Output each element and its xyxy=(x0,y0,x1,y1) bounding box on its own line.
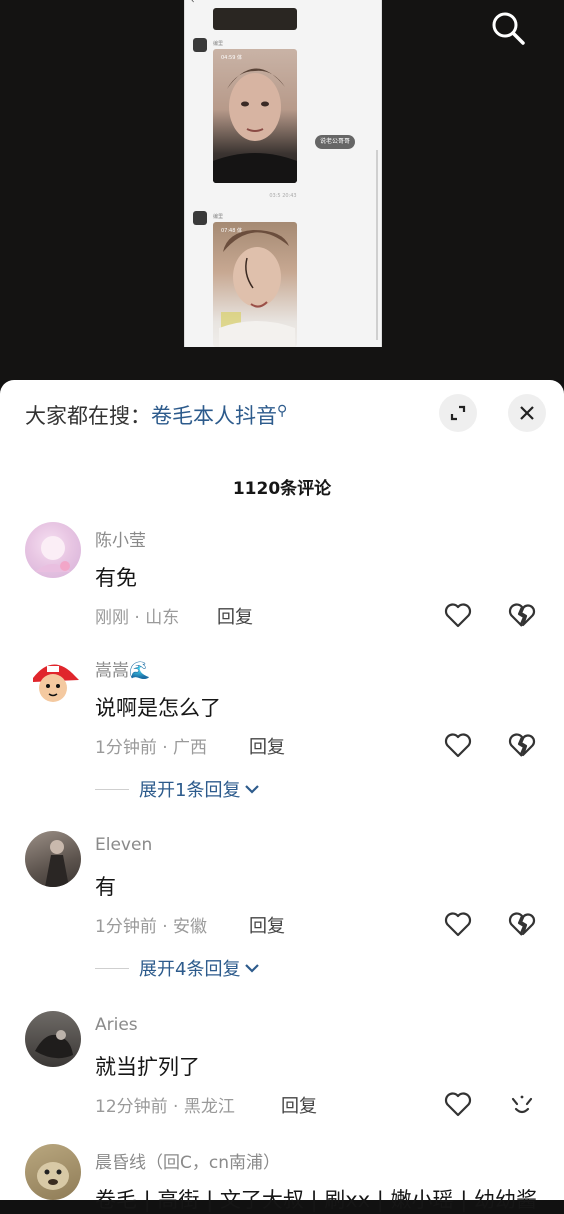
comment-author[interactable]: 陈小莹 xyxy=(95,526,146,551)
chat-quote-chip: 说老公哥哥 xyxy=(315,135,356,149)
chat-avatar xyxy=(193,38,207,52)
comment-text: 有免 xyxy=(95,566,137,590)
chat-photo-top xyxy=(213,8,297,30)
expand-divider xyxy=(95,788,129,790)
avatar[interactable] xyxy=(25,831,81,887)
reply-button[interactable]: 回复 xyxy=(217,603,253,629)
comment-author[interactable]: Eleven xyxy=(95,835,152,855)
like-heart-icon[interactable] xyxy=(444,1091,472,1117)
comment-text: 就当扩列了 xyxy=(95,1055,200,1079)
comment-meta: 12分钟前 · 黑龙江 xyxy=(95,1097,235,1117)
chat-photo-2-time: 07:48 体 xyxy=(221,228,242,234)
chat-photo-1 xyxy=(213,49,297,183)
video-player[interactable]: ‹ 编里 04:59 体 说老公哥哥 03:5 20:43 编里 07:48 体 xyxy=(0,0,564,380)
expand-replies-label: 展开4条回复 xyxy=(139,959,241,980)
comment-text: 卷毛 | 高街 | 文了大叔 | 刷xx | 嫩小瑶 | 幼幼酱 xyxy=(95,1188,537,1212)
chat-sender-name-2: 编里 xyxy=(213,214,224,220)
comment-meta: 刚刚 · 山东 xyxy=(95,608,180,628)
reply-button[interactable]: 回复 xyxy=(281,1092,317,1118)
reply-button[interactable]: 回复 xyxy=(249,733,285,759)
comment-sheet: 大家都在搜：卷毛本人抖音⚲ 1120条评论 陈小莹 有免 刚刚 · 山东 回复 xyxy=(0,380,564,1212)
search-keyword[interactable]: 卷毛本人抖音 xyxy=(151,404,277,428)
close-icon[interactable] xyxy=(508,394,546,432)
dislike-broken-heart-icon[interactable] xyxy=(508,1091,536,1117)
chevron-down-icon xyxy=(245,964,260,973)
search-suggestion[interactable]: 大家都在搜：卷毛本人抖音⚲ xyxy=(25,400,287,430)
expand-divider xyxy=(95,967,129,969)
comment-author[interactable]: 晨昏线（回C，cn南浦） xyxy=(95,1148,280,1173)
chat-photo-1-time: 04:59 体 xyxy=(221,55,242,61)
chevron-down-icon xyxy=(245,785,260,794)
chat-timestamp: 03:5 20:43 xyxy=(269,193,297,199)
like-heart-icon[interactable] xyxy=(444,732,472,758)
dislike-broken-heart-icon[interactable] xyxy=(508,602,536,628)
reply-button[interactable]: 回复 xyxy=(249,912,285,938)
chat-avatar-2 xyxy=(193,211,207,225)
dislike-broken-heart-icon[interactable] xyxy=(508,732,536,758)
dislike-broken-heart-icon[interactable] xyxy=(508,911,536,937)
comment-author[interactable]: Aries xyxy=(95,1015,138,1035)
comment-meta: 1分钟前 · 安徽 xyxy=(95,917,208,937)
comment-author[interactable]: 嵩嵩🌊 xyxy=(95,656,150,681)
avatar[interactable] xyxy=(25,522,81,578)
search-icon[interactable] xyxy=(488,6,528,46)
comment-text: 说啊是怎么了 xyxy=(95,696,221,720)
comment-meta: 1分钟前 · 广西 xyxy=(95,738,208,758)
expand-replies-button[interactable]: 展开4条回复 xyxy=(95,955,260,981)
search-small-icon: ⚲ xyxy=(277,403,288,419)
avatar[interactable] xyxy=(25,652,81,708)
comment-text: 有 xyxy=(95,875,116,899)
expand-replies-button[interactable]: 展开1条回复 xyxy=(95,776,260,802)
avatar[interactable] xyxy=(25,1144,81,1200)
chat-scrollbar xyxy=(376,150,378,340)
like-heart-icon[interactable] xyxy=(444,602,472,628)
chat-title xyxy=(185,0,381,8)
video-chat-screenshot: ‹ 编里 04:59 体 说老公哥哥 03:5 20:43 编里 07:48 体 xyxy=(184,0,382,347)
chat-sender-name: 编里 xyxy=(213,41,224,47)
chat-photo-2 xyxy=(213,222,297,347)
like-heart-icon[interactable] xyxy=(444,911,472,937)
comments-count: 1120条评论 xyxy=(232,479,332,499)
expand-replies-label: 展开1条回复 xyxy=(139,780,241,801)
avatar[interactable] xyxy=(25,1011,81,1067)
expand-icon[interactable] xyxy=(439,394,477,432)
search-prefix: 大家都在搜： xyxy=(25,404,151,428)
